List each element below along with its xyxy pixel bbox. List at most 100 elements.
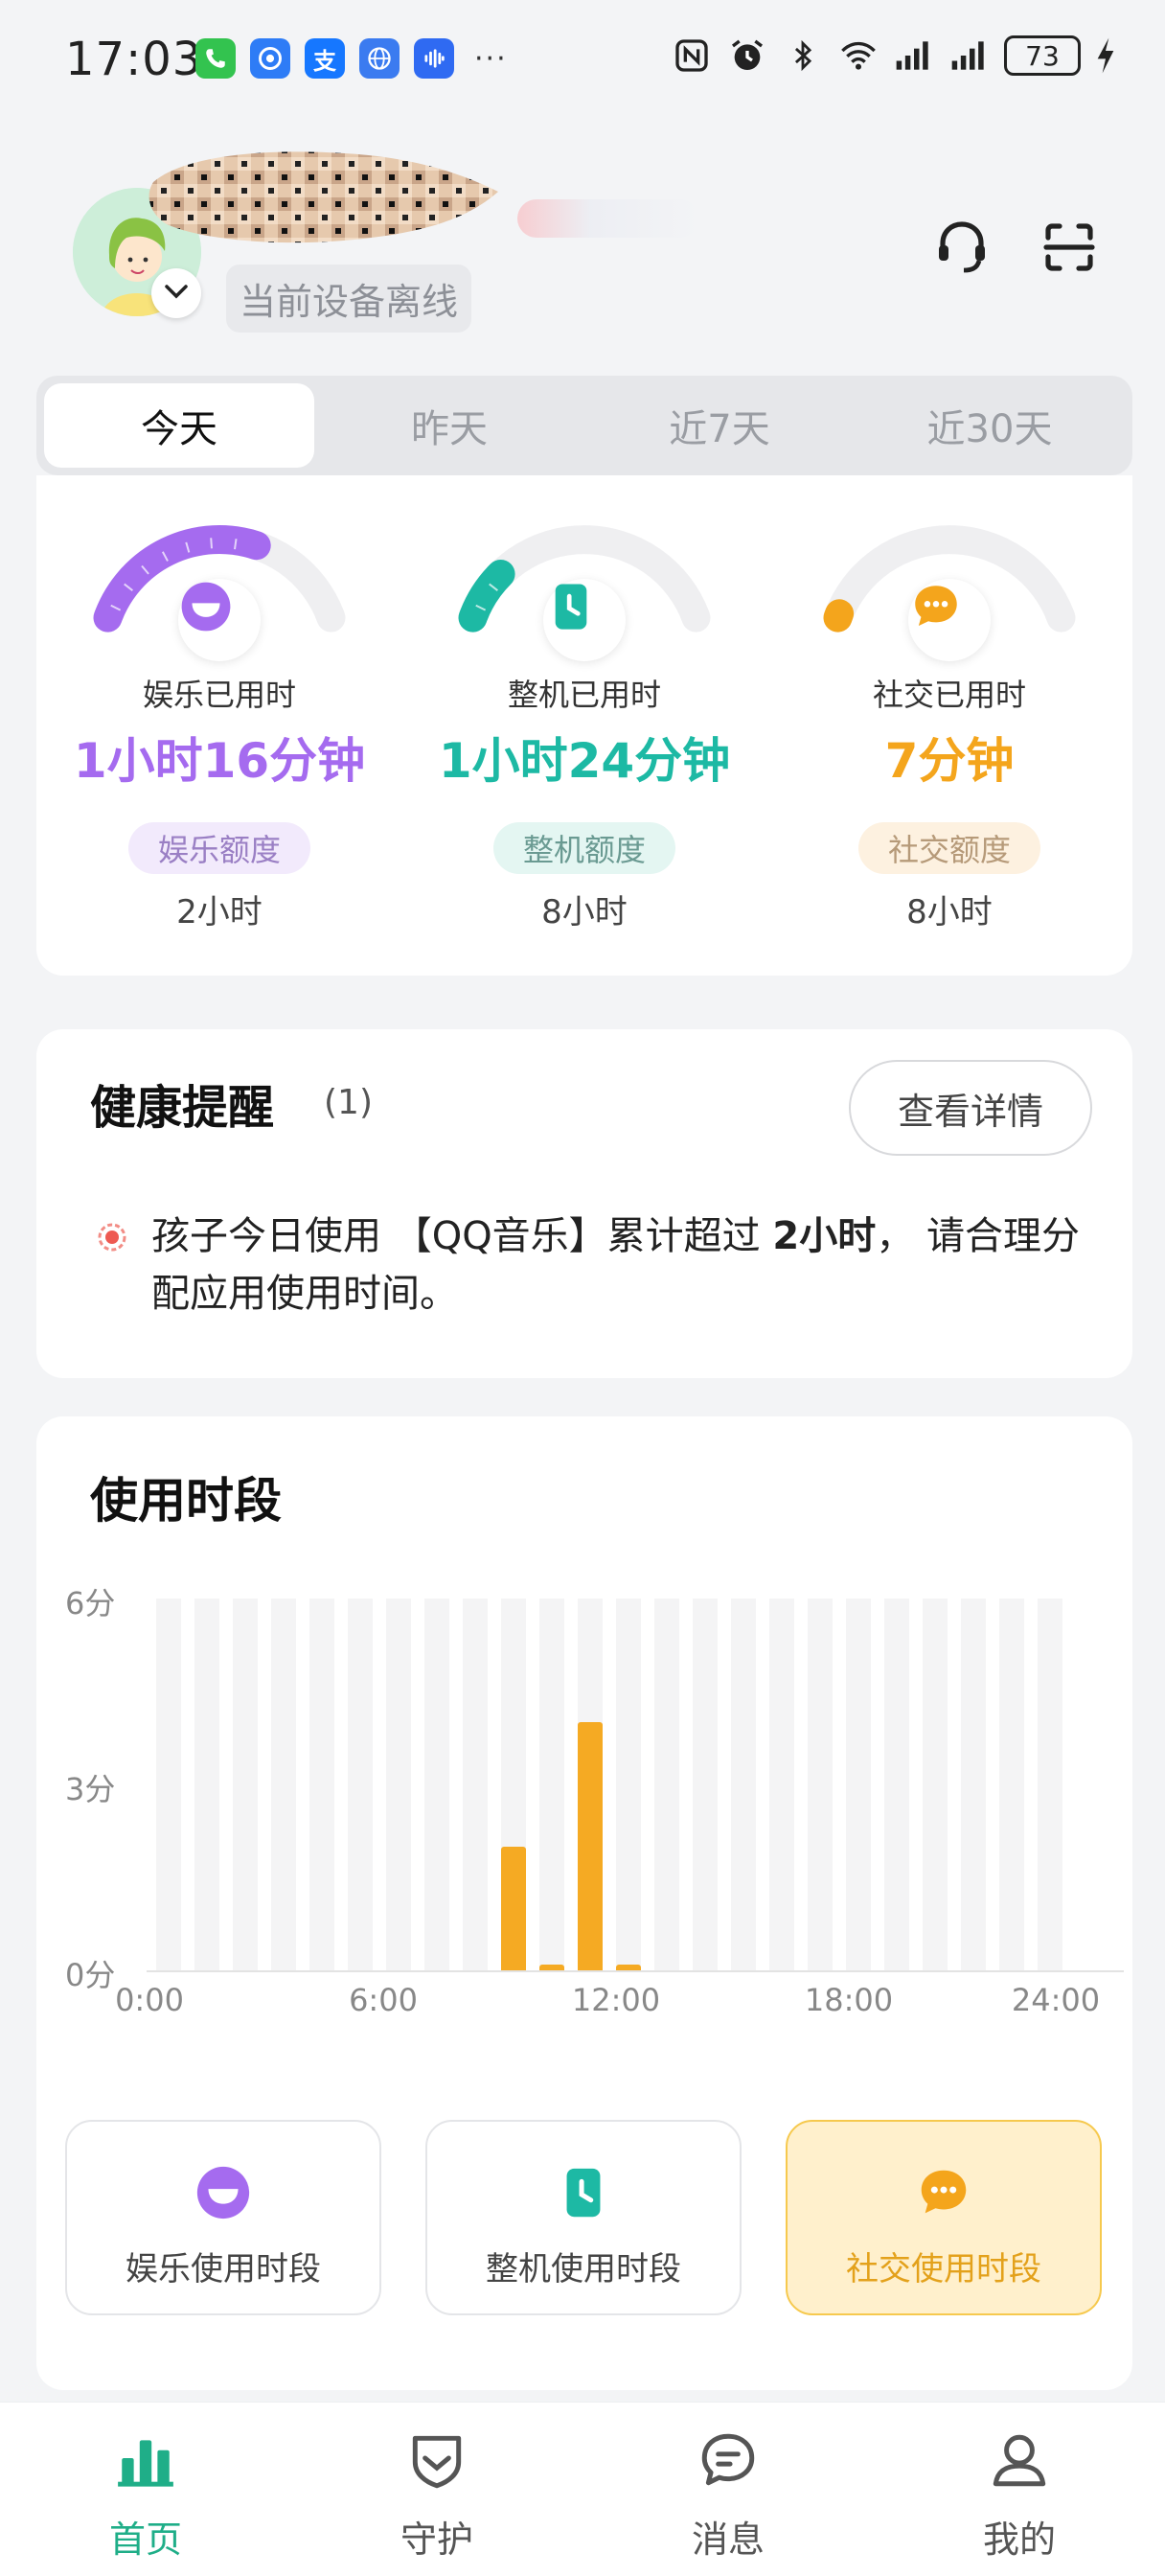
health-reminder-message: 孩子今日使用 【QQ音乐】累计超过 2小时， 请合理分配应用使用时间。 — [151, 1208, 1090, 1322]
scan-icon — [1039, 217, 1100, 282]
alert-dot-icon — [96, 1221, 128, 1254]
bar-background — [693, 1598, 718, 1970]
y-tick-label: 3分 — [65, 1771, 116, 1807]
signal-icon — [893, 34, 935, 77]
x-tick-label: 6:00 — [349, 1982, 418, 2018]
redacted-child-name — [144, 144, 508, 259]
bar-background — [731, 1598, 756, 1970]
chat-bubble-icon — [908, 579, 991, 661]
tab-yesterday[interactable]: 昨天 — [314, 383, 584, 468]
nav-label: 守护 — [400, 2518, 473, 2561]
gauge-progress — [823, 599, 855, 632]
social-period-button[interactable]: 社交使用时段 — [786, 2120, 1102, 2315]
voice-app-icon — [414, 38, 454, 79]
bar-background — [233, 1598, 258, 1970]
gauge-social[interactable]: 社交已用时 7分钟 社交额度 8小时 — [766, 475, 1132, 976]
tab-7-days[interactable]: 近7天 — [584, 383, 855, 468]
chart-baseline — [147, 1970, 1124, 1972]
gauge-value: 7分钟 — [884, 733, 1015, 789]
status-system-icons: 73 — [671, 34, 1117, 77]
tab-today[interactable]: 今天 — [44, 383, 314, 468]
nfc-icon — [671, 34, 713, 77]
wifi-icon — [837, 34, 879, 77]
gauge-value: 1小时16分钟 — [73, 733, 366, 789]
bar-background — [999, 1598, 1024, 1970]
profile-header: 当前设备离线 — [0, 144, 1165, 335]
quota-badge: 社交额度 — [858, 822, 1040, 874]
usage-period-chart: 6分 3分 0分 0:00 6:00 12:00 18:00 24:00 — [36, 1579, 1132, 2154]
bar-chart-icon — [109, 2424, 182, 2496]
quota-value: 2小时 — [176, 893, 263, 932]
shield-icon — [400, 2424, 473, 2496]
x-tick-label: 12:00 — [571, 1982, 661, 2018]
chat-bubble-icon — [913, 2162, 974, 2223]
nav-label: 消息 — [691, 2518, 765, 2561]
health-reminder-card: 健康提醒 (1) 查看详情 孩子今日使用 【QQ音乐】累计超过 2小时， 请合理… — [36, 1029, 1132, 1378]
usage-period-card: 使用时段 6分 3分 0分 0:00 6:00 12:00 18:00 24:0… — [36, 1416, 1132, 2390]
bluetooth-icon — [782, 34, 824, 77]
bar-background — [386, 1598, 411, 1970]
bar-background — [846, 1598, 871, 1970]
y-tick-label: 0分 — [65, 1957, 116, 1993]
quota-value: 8小时 — [541, 893, 628, 932]
bar-background — [884, 1598, 909, 1970]
date-range-tabs: 今天 昨天 近7天 近30天 — [36, 376, 1132, 475]
usage-bar-hour-12[interactable] — [616, 1964, 641, 1970]
nav-label: 首页 — [108, 2518, 182, 2561]
scan-button[interactable] — [1031, 211, 1108, 288]
bar-background — [769, 1598, 794, 1970]
message-icon — [692, 2424, 765, 2496]
usage-bar-hour-9[interactable] — [501, 1846, 526, 1970]
customer-service-button[interactable] — [924, 211, 1000, 288]
gauge-entertainment[interactable]: 娱乐已用时 1小时16分钟 娱乐额度 2小时 — [36, 475, 402, 976]
gauge-label: 整机已用时 — [507, 677, 661, 713]
nav-home[interactable]: 首页 — [0, 2403, 291, 2576]
redacted-extra-info — [517, 199, 699, 238]
nav-profile[interactable]: 我的 — [874, 2403, 1165, 2576]
more-notifications-icon: ··· — [474, 41, 508, 76]
nav-messages[interactable]: 消息 — [582, 2403, 874, 2576]
chevron-down-icon — [163, 282, 190, 305]
tab-30-days[interactable]: 近30天 — [855, 383, 1125, 468]
usage-summary-card: 娱乐已用时 1小时16分钟 娱乐额度 2小时 整机已用时 1小时24分钟 整机额… — [36, 475, 1132, 976]
bar-background — [271, 1598, 296, 1970]
usage-period-title: 使用时段 — [90, 1473, 282, 1529]
device-period-button[interactable]: 整机使用时段 — [425, 2120, 742, 2315]
message-highlight: 2小时 — [772, 1214, 877, 1258]
browser-app-icon — [359, 38, 400, 79]
bar-background — [961, 1598, 986, 1970]
status-app-icons: 支 ··· — [195, 38, 508, 79]
alarm-icon — [726, 34, 768, 77]
bar-background — [539, 1598, 564, 1970]
person-icon — [983, 2424, 1056, 2496]
quota-badge: 整机额度 — [493, 822, 675, 874]
health-reminder-count: (1) — [324, 1083, 373, 1122]
bar-background — [348, 1598, 373, 1970]
x-tick-label: 24:00 — [1011, 1982, 1101, 2018]
nav-guard[interactable]: 守护 — [291, 2403, 582, 2576]
switch-child-button[interactable] — [151, 268, 201, 318]
bar-background — [463, 1598, 488, 1970]
health-reminder-title: 健康提醒 — [90, 1081, 275, 1135]
bar-background — [424, 1598, 449, 1970]
bar-background — [309, 1598, 334, 1970]
alipay-app-icon: 支 — [305, 38, 345, 79]
entertainment-period-button[interactable]: 娱乐使用时段 — [65, 2120, 381, 2315]
usage-bar-hour-10[interactable] — [539, 1964, 564, 1970]
x-tick-label: 0:00 — [115, 1982, 184, 2018]
gauge-value: 1小时24分钟 — [438, 733, 731, 789]
battery-indicator: 73 — [1004, 35, 1081, 76]
bar-background — [654, 1598, 679, 1970]
device-status-label: 当前设备离线 — [226, 264, 472, 333]
status-time: 17:03 — [65, 33, 203, 86]
quota-badge: 娱乐额度 — [128, 822, 310, 874]
mode-label: 整机使用时段 — [486, 2250, 681, 2288]
quota-value: 8小时 — [906, 893, 993, 932]
smile-icon — [178, 579, 261, 661]
view-details-button[interactable]: 查看详情 — [849, 1060, 1092, 1156]
gauge-device[interactable]: 整机已用时 1小时24分钟 整机额度 8小时 — [401, 475, 767, 976]
signal-icon-2 — [948, 34, 991, 77]
status-bar: 17:03 支 ··· 73 — [0, 0, 1165, 115]
bar-background — [1038, 1598, 1062, 1970]
usage-bar-hour-11[interactable] — [578, 1722, 603, 1970]
